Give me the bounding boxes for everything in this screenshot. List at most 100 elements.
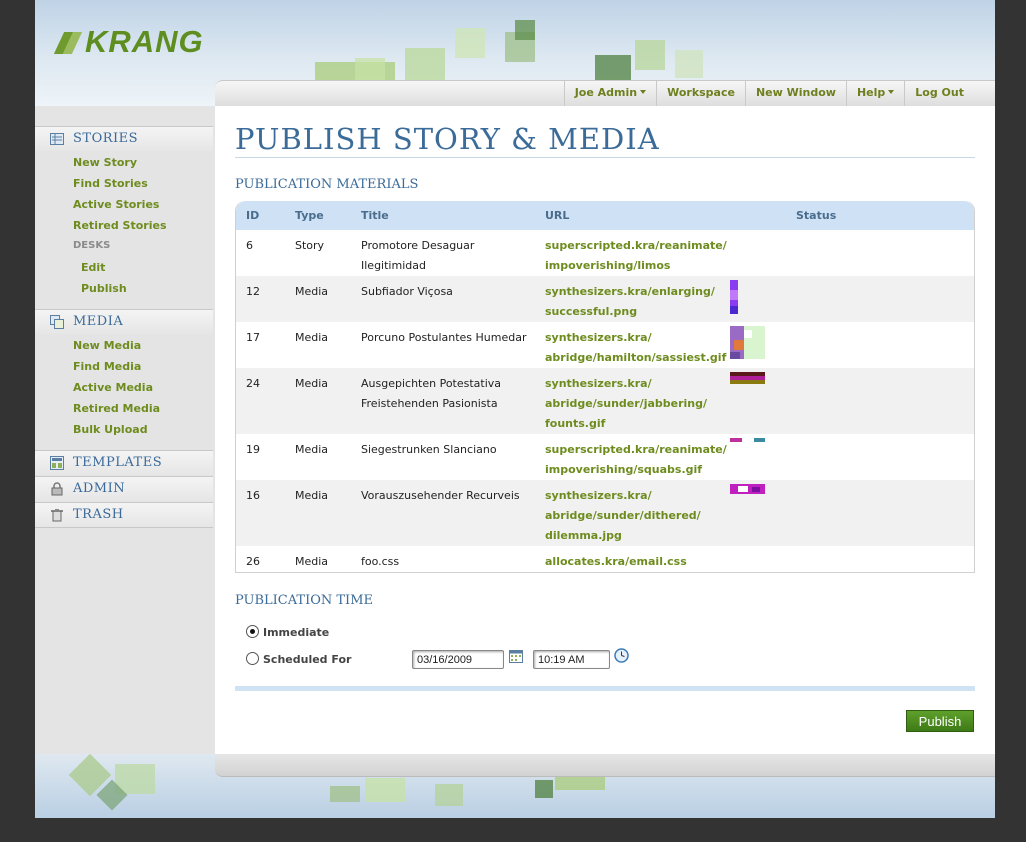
cell-url-link[interactable]: synthesizers.kra/abridge/sunder/dithered… xyxy=(545,486,701,546)
column-header-id: ID xyxy=(246,209,260,222)
media-thumbnail[interactable] xyxy=(730,484,765,494)
sidebar-item-desk-publish[interactable]: Publish xyxy=(81,282,127,295)
sidebar-item-desk-edit[interactable]: Edit xyxy=(81,261,105,274)
media-thumbnail[interactable] xyxy=(730,326,765,359)
cell-url-line: abridge/hamilton/sassiest.gif xyxy=(545,351,727,364)
top-nav-bar: Joe Admin Workspace New Window Help Log … xyxy=(215,80,995,106)
cell-title: Ausgepichten Potestativa Freistehenden Pa… xyxy=(361,374,501,414)
clock-icon[interactable] xyxy=(614,648,629,663)
cell-url-line: superscripted.kra/reanimate/ xyxy=(545,239,727,252)
cell-type: Media xyxy=(295,489,329,502)
cell-title: Porcuno Postulantes Humedar xyxy=(361,331,527,344)
sidebar-item-bulk-upload[interactable]: Bulk Upload xyxy=(73,423,148,436)
cell-url-link[interactable]: superscripted.kra/reanimate/impoverishin… xyxy=(545,236,727,276)
cell-type: Media xyxy=(295,285,329,298)
cell-url-line: superscripted.kra/reanimate/ xyxy=(545,443,727,456)
cell-title: foo.css xyxy=(361,555,400,568)
header: KRANG Joe Admin Workspace New Window Hel… xyxy=(35,0,995,106)
table-header-row: ID Type Title URL Status xyxy=(236,201,974,230)
cell-id: 24 xyxy=(246,377,260,390)
trash-icon xyxy=(51,509,63,522)
cell-url-line: abridge/sunder/jabbering/ xyxy=(545,397,708,410)
cell-url-link[interactable]: synthesizers.kra/enlarging/successful.pn… xyxy=(545,282,715,322)
publish-button[interactable]: Publish xyxy=(906,710,974,732)
media-icon xyxy=(50,315,64,329)
cell-type: Media xyxy=(295,377,329,390)
sidebar-item-retired-media[interactable]: Retired Media xyxy=(73,402,160,415)
logo-mark-icon xyxy=(53,30,83,54)
sidebar-section-trash[interactable]: TRASH xyxy=(35,502,213,528)
schedule-time-input[interactable]: 10:19 AM xyxy=(533,650,610,669)
new-window-link[interactable]: New Window xyxy=(744,81,846,106)
cell-url-link[interactable]: synthesizers.kra/abridge/hamilton/sassie… xyxy=(545,328,726,368)
cell-url-line: impoverishing/limos xyxy=(545,259,671,272)
cell-url-line: synthesizers.kra/ xyxy=(545,377,652,390)
sidebar-item-new-story[interactable]: New Story xyxy=(73,156,137,169)
schedule-date-input[interactable]: 03/16/2009 xyxy=(412,650,504,669)
chevron-down-icon xyxy=(888,90,895,94)
footer-bar xyxy=(215,754,995,777)
logout-link[interactable]: Log Out xyxy=(904,81,995,106)
user-menu[interactable]: Joe Admin xyxy=(563,81,656,106)
cell-title-line: Freistehenden Pasionista xyxy=(361,397,498,410)
chevron-down-icon xyxy=(640,90,647,94)
sidebar-item-find-stories[interactable]: Find Stories xyxy=(73,177,148,190)
help-menu[interactable]: Help xyxy=(845,81,904,106)
cell-id: 17 xyxy=(246,331,260,344)
footer xyxy=(35,753,995,818)
sidebar-section-media[interactable]: MEDIA xyxy=(35,309,213,334)
admin-label: ADMIN xyxy=(73,481,126,496)
table-row: 19 Media Siegestrunken Slanciano supersc… xyxy=(236,434,974,480)
page-title: PUBLISH STORY & MEDIA xyxy=(235,122,660,156)
sidebar-section-stories[interactable]: STORIES xyxy=(35,126,213,151)
cell-url-line: synthesizers.kra/ xyxy=(545,489,652,502)
cell-url-line: dilemma.jpg xyxy=(545,529,622,542)
cell-id: 12 xyxy=(246,285,260,298)
cell-title: Subfiador Viçosa xyxy=(361,285,453,298)
sidebar: STORIES New Story Find Stories Active St… xyxy=(35,106,216,754)
media-thumbnail[interactable] xyxy=(730,372,765,384)
scheduled-label: Scheduled For xyxy=(263,653,352,666)
sidebar-item-active-media[interactable]: Active Media xyxy=(73,381,153,394)
media-thumbnail[interactable] xyxy=(730,438,765,442)
calendar-icon[interactable] xyxy=(509,649,523,663)
table-row: 12 Media Subfiador Viçosa synthesizers.k… xyxy=(236,276,974,322)
cell-title-line: Ilegitimidad xyxy=(361,259,426,272)
table-row: 16 Media Vorauszusehender Recurveis synt… xyxy=(236,480,974,546)
templates-label: TEMPLATES xyxy=(73,455,163,470)
table-row: 17 Media Porcuno Postulantes Humedar syn… xyxy=(236,322,974,368)
column-header-type: Type xyxy=(295,209,324,222)
cell-url-line: abridge/sunder/dithered/ xyxy=(545,509,701,522)
sidebar-item-new-media[interactable]: New Media xyxy=(73,339,141,352)
immediate-radio[interactable] xyxy=(246,625,259,638)
publication-time-heading: PUBLICATION TIME xyxy=(235,593,373,608)
cell-url-link[interactable]: synthesizers.kra/abridge/sunder/jabberin… xyxy=(545,374,707,434)
cell-url-line: founts.gif xyxy=(545,417,606,430)
scheduled-radio[interactable] xyxy=(246,652,259,665)
publication-materials-table: ID Type Title URL Status 6 Story Promoto… xyxy=(235,201,975,573)
main-content: PUBLISH STORY & MEDIA PUBLICATION MATERI… xyxy=(215,106,995,754)
krang-logo[interactable]: KRANG xyxy=(53,24,204,60)
publication-materials-heading: PUBLICATION MATERIALS xyxy=(235,177,419,192)
cell-id: 26 xyxy=(246,555,260,568)
templates-icon xyxy=(50,456,64,470)
sidebar-section-admin[interactable]: ADMIN xyxy=(35,476,213,501)
media-thumbnail[interactable] xyxy=(730,280,738,314)
cell-type: Story xyxy=(295,239,325,252)
cell-url-line: synthesizers.kra/enlarging/ xyxy=(545,285,715,298)
sidebar-item-active-stories[interactable]: Active Stories xyxy=(73,198,159,211)
logo-text: KRANG xyxy=(85,24,204,59)
sidebar-item-retired-stories[interactable]: Retired Stories xyxy=(73,219,167,232)
sidebar-section-templates[interactable]: TEMPLATES xyxy=(35,450,213,475)
cell-type: Media xyxy=(295,555,329,568)
cell-url-link[interactable]: superscripted.kra/reanimate/impoverishin… xyxy=(545,440,727,480)
cell-type: Media xyxy=(295,443,329,456)
app-frame: KRANG Joe Admin Workspace New Window Hel… xyxy=(35,0,995,818)
cell-id: 16 xyxy=(246,489,260,502)
immediate-label: Immediate xyxy=(263,626,330,639)
workspace-link[interactable]: Workspace xyxy=(656,81,745,106)
cell-url-link[interactable]: allocates.kra/email.css xyxy=(545,552,687,572)
help-menu-label: Help xyxy=(856,86,886,99)
column-header-title: Title xyxy=(361,209,389,222)
sidebar-item-find-media[interactable]: Find Media xyxy=(73,360,141,373)
